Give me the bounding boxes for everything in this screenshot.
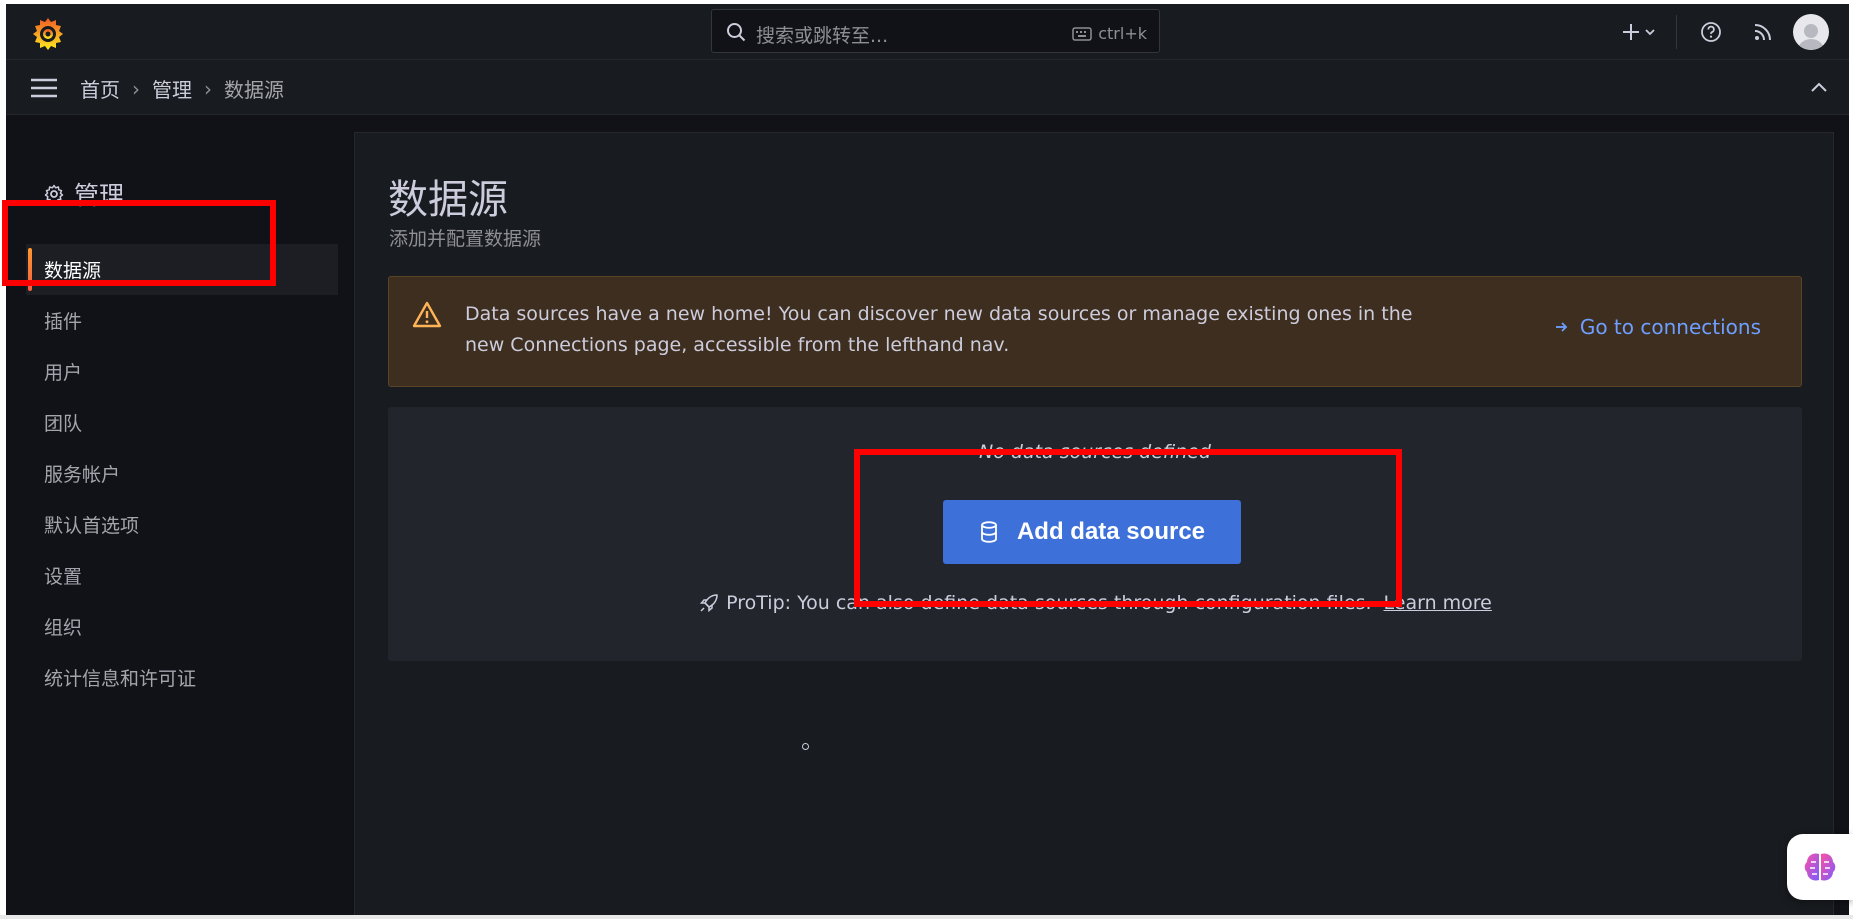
add-data-source-button[interactable]: Add data source: [943, 500, 1241, 564]
taskbar-edge: [0, 915, 1853, 919]
breadcrumb-current: 数据源: [224, 78, 284, 102]
sidebar-item-teams[interactable]: 团队: [26, 397, 338, 448]
user-avatar-icon: [1798, 24, 1824, 50]
go-to-connections-link[interactable]: Go to connections: [1554, 315, 1761, 339]
new-menu-button[interactable]: [1614, 12, 1664, 52]
sidebar-title-text: 管理: [74, 181, 125, 210]
protip-text: ProTip: You can also define data sources…: [726, 592, 1372, 614]
chevron-up-icon[interactable]: [1807, 76, 1831, 100]
sidebar-title: 管理: [44, 176, 124, 212]
page-subtitle: 添加并配置数据源: [389, 228, 542, 250]
top-bar: 搜索或跳转至... ctrl+k: [6, 4, 1849, 60]
search-icon: [727, 23, 746, 42]
hamburger-menu-icon[interactable]: [28, 73, 60, 103]
brain-icon: [1804, 853, 1836, 881]
protip: ProTip: You can also define data sources…: [388, 592, 1802, 614]
search-box[interactable]: 搜索或跳转至... ctrl+k: [711, 9, 1160, 53]
sidebar-item-settings[interactable]: 设置: [26, 550, 338, 601]
sidebar-item-orgs[interactable]: 组织: [26, 601, 338, 652]
rss-icon: [1754, 24, 1771, 41]
keyboard-icon: [1072, 26, 1092, 41]
mouse-cursor-marker: [802, 743, 809, 750]
app-window: 搜索或跳转至... ctrl+k 首页 › 管理 › 数据源 管理 数据源 插件…: [6, 4, 1849, 915]
breadcrumb-admin[interactable]: 管理: [152, 74, 192, 103]
alert-message: Data sources have a new home! You can di…: [465, 303, 1413, 356]
top-actions: [1614, 4, 1849, 60]
sidebar-item-default-preferences[interactable]: 默认首选项: [26, 499, 338, 550]
arrow-right-icon: [1555, 322, 1568, 332]
go-to-connections-label: Go to connections: [1579, 315, 1761, 339]
sidebar-item-users[interactable]: 用户: [26, 346, 338, 397]
shortcut-hint: ctrl+k: [1072, 24, 1147, 43]
user-avatar[interactable]: [1793, 14, 1829, 50]
sidebar-item-service-accounts[interactable]: 服务帐户: [26, 448, 338, 499]
breadcrumb: 首页 › 管理 › 数据源: [80, 74, 284, 103]
grafana-logo-icon[interactable]: [30, 16, 66, 52]
breadcrumb-home[interactable]: 首页: [80, 74, 120, 103]
page-title: 数据源: [388, 177, 508, 223]
add-data-source-label: Add data source: [1016, 518, 1206, 545]
warning-alert: Data sources have a new home! You can di…: [388, 276, 1802, 387]
database-icon: [981, 521, 997, 543]
plus-icon: [1623, 24, 1655, 40]
help-button[interactable]: [1691, 12, 1731, 52]
sidebar-nav: 数据源 插件 用户 团队 服务帐户 默认首选项 设置 组织 统计信息和许可证: [26, 244, 338, 703]
learn-more-link[interactable]: Learn more: [1384, 592, 1492, 614]
breadcrumb-separator: ›: [132, 76, 140, 101]
sidebar-item-plugins[interactable]: 插件: [26, 295, 338, 346]
empty-state-text: No data sources defined: [979, 441, 1211, 463]
breadcrumb-separator: ›: [204, 76, 212, 101]
news-button[interactable]: [1743, 12, 1783, 52]
help-icon: [1701, 22, 1721, 42]
warning-icon: [412, 301, 442, 328]
sidebar-item-stats-license[interactable]: 统计信息和许可证: [26, 652, 338, 703]
sidebar-item-datasources[interactable]: 数据源: [26, 244, 338, 295]
window-edge: [1849, 0, 1853, 919]
assistant-widget[interactable]: [1787, 834, 1853, 900]
rocket-icon: [700, 594, 718, 613]
empty-state: No data sources defined Add data source …: [388, 407, 1802, 661]
main-panel: 数据源 添加并配置数据源 Data sources have a new hom…: [354, 132, 1834, 915]
search-placeholder: 搜索或跳转至...: [756, 25, 889, 47]
breadcrumb-bar: 首页 › 管理 › 数据源: [6, 60, 1849, 115]
divider: [1676, 15, 1677, 49]
admin-sidebar: 管理 数据源 插件 用户 团队 服务帐户 默认首选项 设置 组织 统计信息和许可…: [6, 116, 354, 915]
shortcut-text: ctrl+k: [1098, 24, 1147, 43]
gear-icon: [44, 184, 64, 203]
